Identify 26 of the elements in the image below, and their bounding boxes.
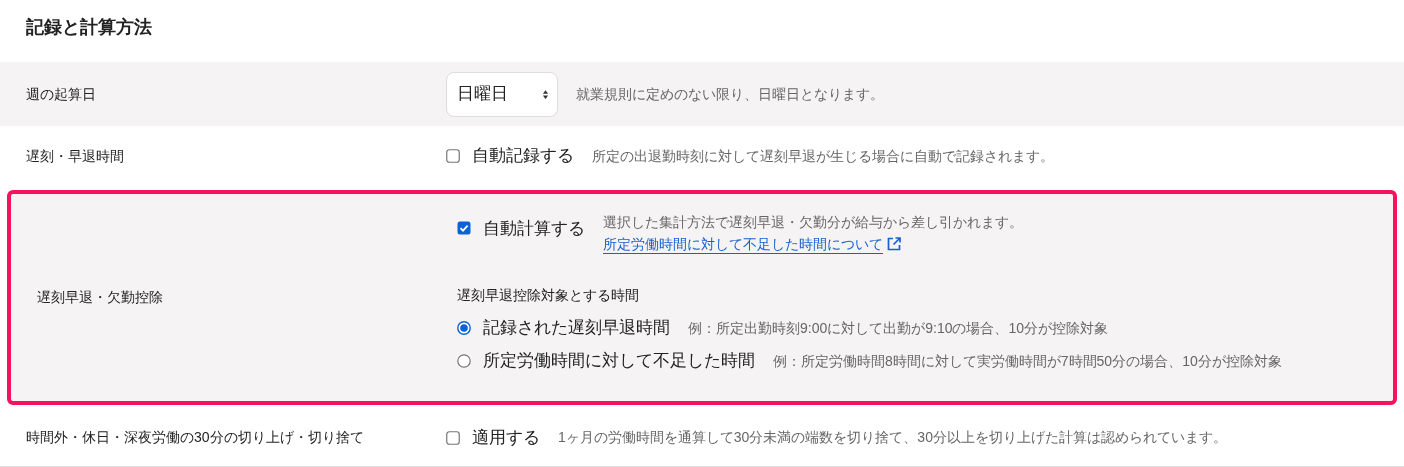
row-label: 遅刻・早退時間 bbox=[26, 146, 125, 166]
subheading: 遅刻早退控除対象とする時間 bbox=[457, 285, 639, 305]
hint-text: 所定の出退勤時刻に対して遅刻早退が生じる場合に自動で記録されます。 bbox=[592, 146, 1054, 166]
row-label: 時間外・休日・深夜労働の30分の切り上げ・切り捨て bbox=[26, 428, 365, 447]
checkbox-label: 自動記録する bbox=[472, 145, 574, 168]
hint-text: 例：所定労働時間8時間に対して実労働時間が7時間50分の場合、10分が控除対象 bbox=[773, 351, 1282, 371]
hint-text: 就業規則に定めのない限り、日曜日となります。 bbox=[576, 84, 884, 104]
help-link[interactable]: 所定労働時間に対して不足した時間について bbox=[603, 232, 1023, 255]
radio-label: 記録された遅刻早退時間 bbox=[483, 317, 670, 340]
checkbox[interactable] bbox=[457, 221, 471, 236]
radio-button[interactable] bbox=[457, 354, 471, 368]
hint-text: 1ヶ月の労働時間を通算して30分未満の端数を切り捨て、30分以上を切り上げた計算は認められています。 bbox=[558, 428, 1227, 447]
external-link-icon bbox=[886, 235, 902, 252]
row-label: 週の起算日 bbox=[26, 84, 97, 104]
checkbox-label: 適用する bbox=[472, 426, 540, 449]
radio-button[interactable] bbox=[457, 321, 471, 335]
sort-arrows-icon bbox=[542, 88, 549, 100]
section-title: 記録と計算方法 bbox=[26, 16, 152, 39]
checkbox-label: 自動計算する bbox=[483, 217, 585, 240]
hint-text: 選択した集計方法で遅刻早退・欠勤分が給与から差し引かれます。 bbox=[603, 212, 1023, 232]
radio-label: 所定労働時間に対して不足した時間 bbox=[483, 350, 755, 373]
checkbox[interactable] bbox=[446, 149, 460, 163]
checkbox[interactable] bbox=[446, 430, 460, 445]
row-label: 遅刻早退・欠勤控除 bbox=[37, 288, 164, 307]
select-dropdown[interactable]: 日曜日 bbox=[446, 71, 558, 117]
hint-text: 例：所定出勤時刻9:00に対して出勤が9:10の場合、10分が控除対象 bbox=[688, 318, 1109, 338]
